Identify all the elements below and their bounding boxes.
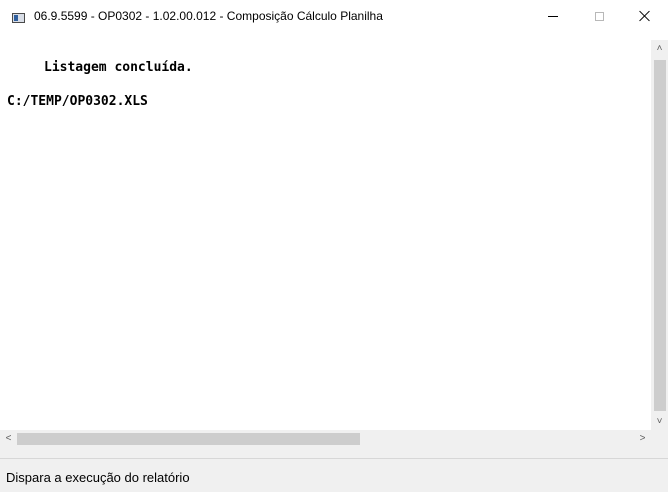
scroll-left-button[interactable]: < [0,430,17,447]
window-title: 06.9.5599 - OP0302 - 1.02.00.012 - Compo… [34,9,383,23]
scrollbar-corner [651,430,668,447]
horizontal-scroll-thumb[interactable] [17,433,360,445]
vertical-scrollbar[interactable]: ˄ ˅ [651,40,668,430]
status-separator [0,447,668,458]
output-line-filepath: C:/TEMP/OP0302.XLS [7,94,148,109]
status-text: Dispara a execução do relatório [6,470,190,485]
chevron-left-icon: < [5,433,12,444]
app-window: 06.9.5599 - OP0302 - 1.02.00.012 - Compo… [0,0,668,492]
scroll-up-button[interactable]: ˄ [651,40,668,57]
title-bar[interactable]: 06.9.5599 - OP0302 - 1.02.00.012 - Compo… [0,0,668,32]
chevron-down-icon: ˅ [656,416,663,427]
vertical-scroll-thumb[interactable] [654,60,666,411]
maximize-button[interactable] [576,0,622,32]
minimize-button[interactable] [530,0,576,32]
status-bar: Dispara a execução do relatório [0,458,668,492]
app-window-icon[interactable] [12,13,25,23]
close-button[interactable] [622,0,668,32]
horizontal-scrollbar[interactable]: < > [0,430,651,447]
chevron-right-icon: > [639,433,646,444]
scroll-down-button[interactable]: ˅ [651,413,668,430]
minimize-icon [548,15,558,17]
console-output[interactable]: Listagem concluída. C:/TEMP/OP0302.XLS [0,40,651,430]
maximize-icon [594,11,604,21]
scroll-right-button[interactable]: > [634,430,651,447]
output-line-status: Listagem concluída. [44,60,193,75]
chevron-up-icon: ˄ [656,43,663,54]
close-icon [639,10,651,22]
